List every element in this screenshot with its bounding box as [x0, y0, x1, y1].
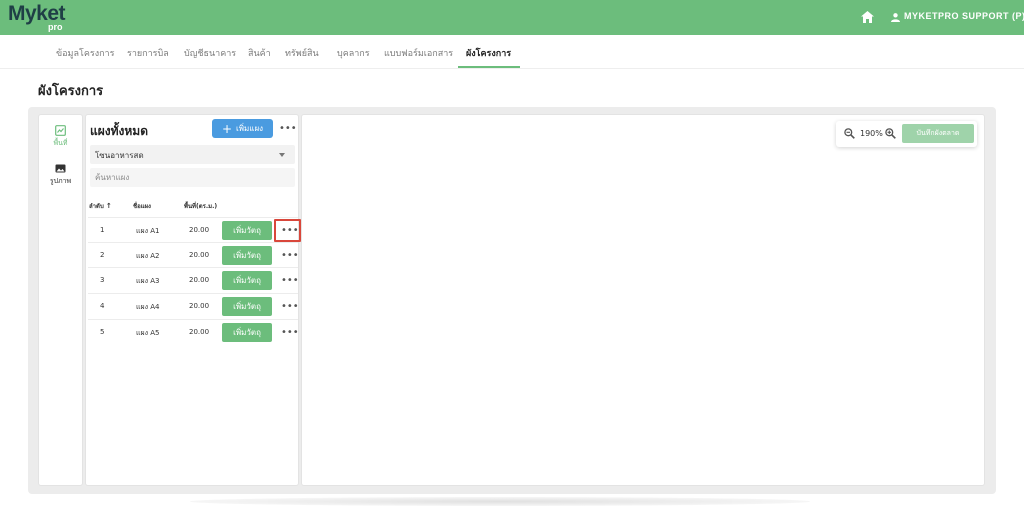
- add-object-button[interactable]: เพิ่มวัตถุ: [222, 297, 272, 316]
- row-area: 20.00: [189, 226, 210, 234]
- row-more-icon[interactable]: •••: [281, 276, 299, 286]
- column-header-order[interactable]: ลำดับ ↑: [89, 201, 112, 211]
- nav-tabs: ข้อมูลโครงการ รายการบิล บัญชีธนาคาร สินค…: [0, 35, 1024, 69]
- row-stall-name: แผง A1: [136, 227, 160, 235]
- row-area: 20.00: [189, 302, 210, 310]
- row-number: 2: [100, 251, 105, 259]
- area-icon: [55, 125, 66, 136]
- row-number: 5: [100, 328, 105, 336]
- layout-canvas[interactable]: [301, 114, 985, 486]
- add-stall-button[interactable]: + เพิ่มแผง: [212, 119, 273, 138]
- tab-bank-accounts[interactable]: บัญชีธนาคาร: [184, 46, 236, 60]
- rail-item-image-label: รูปภาพ: [49, 177, 72, 185]
- row-area: 20.00: [189, 328, 210, 336]
- caret-down-icon: [279, 153, 285, 157]
- row-number: 4: [100, 302, 105, 310]
- save-layout-button[interactable]: บันทึกผังตลาด: [902, 124, 974, 143]
- tab-assets[interactable]: ทรัพย์สิน: [285, 46, 319, 60]
- side-rail: พื้นที่ รูปภาพ: [38, 114, 83, 486]
- zoom-toolbar: 190% บันทึกผังตลาด: [836, 121, 977, 147]
- active-tab-indicator: [458, 66, 520, 68]
- column-header-order-label: ลำดับ: [89, 203, 104, 210]
- zoom-in-icon[interactable]: [885, 128, 896, 139]
- add-object-button[interactable]: เพิ่มวัตถุ: [222, 323, 272, 342]
- search-stall-input[interactable]: [90, 168, 295, 187]
- row-number: 3: [100, 276, 105, 284]
- logo[interactable]: Myket pro: [8, 3, 66, 41]
- tab-personnel[interactable]: บุคลากร: [337, 46, 370, 60]
- row-stall-name: แผง A3: [136, 277, 160, 285]
- rail-item-area[interactable]: พื้นที่: [39, 125, 82, 149]
- zone-select[interactable]: โซนอาหารสด: [90, 145, 295, 164]
- table-row: 3 แผง A3 20.00 เพิ่มวัตถุ •••: [88, 267, 299, 292]
- user-menu[interactable]: MYKETPRO SUPPORT (P): [904, 11, 1024, 21]
- table-row: 2 แผง A2 20.00 เพิ่มวัตถุ •••: [88, 242, 299, 267]
- home-icon[interactable]: [861, 11, 874, 23]
- highlight-box: [274, 219, 301, 242]
- zoom-out-icon[interactable]: [844, 128, 855, 139]
- add-stall-label: เพิ่มแผง: [236, 124, 264, 133]
- row-area: 20.00: [189, 276, 210, 284]
- logo-sub-label: pro: [48, 22, 63, 32]
- column-header-area: พื้นที่(ตร.ม.): [184, 203, 218, 210]
- column-header-name: ชื่อแผง: [133, 203, 151, 210]
- tab-project-info[interactable]: ข้อมูลโครงการ: [56, 46, 114, 60]
- row-more-icon[interactable]: •••: [281, 302, 299, 312]
- row-more-icon[interactable]: •••: [281, 251, 299, 261]
- image-icon: [55, 164, 66, 173]
- rail-item-image[interactable]: รูปภาพ: [39, 163, 82, 187]
- more-options-icon[interactable]: •••: [279, 124, 297, 134]
- table-row: 1 แผง A1 20.00 เพิ่มวัตถุ •••: [88, 217, 301, 242]
- tab-document-forms[interactable]: แบบฟอร์มเอกสาร: [384, 46, 453, 60]
- add-object-button[interactable]: เพิ่มวัตถุ: [222, 271, 272, 290]
- top-bar: Myket pro MYKETPRO SUPPORT (P): [0, 0, 1024, 41]
- row-stall-name: แผง A5: [136, 329, 160, 337]
- table-row: 5 แผง A5 20.00 เพิ่มวัตถุ •••: [88, 319, 299, 344]
- row-stall-name: แผง A2: [136, 252, 160, 260]
- row-area: 20.00: [189, 251, 210, 259]
- row-number: 1: [100, 226, 105, 234]
- sort-up-icon: ↑: [105, 202, 112, 210]
- table-row: 4 แผง A4 20.00 เพิ่มวัตถุ •••: [88, 293, 299, 318]
- plus-icon: +: [221, 121, 233, 136]
- row-stall-name: แผง A4: [136, 303, 160, 311]
- add-object-button[interactable]: เพิ่มวัตถุ: [222, 246, 272, 265]
- stall-list-panel: แผงทั้งหมด + เพิ่มแผง ••• โซนอาหารสด ลำด…: [85, 114, 301, 486]
- tab-products[interactable]: สินค้า: [248, 46, 271, 60]
- rail-item-area-label: พื้นที่: [53, 139, 68, 147]
- tab-project-layout[interactable]: ผังโครงการ: [466, 46, 511, 60]
- zone-select-value: โซนอาหารสด: [95, 151, 144, 160]
- page-title: ผังโครงการ: [38, 84, 104, 99]
- bottom-shadow: [190, 497, 810, 506]
- zoom-level: 190%: [860, 129, 883, 138]
- row-more-icon[interactable]: •••: [281, 328, 299, 338]
- panel-title: แผงทั้งหมด: [90, 124, 149, 138]
- user-icon: [891, 13, 900, 22]
- tab-bills[interactable]: รายการบิล: [127, 46, 169, 60]
- add-object-button[interactable]: เพิ่มวัตถุ: [222, 221, 272, 240]
